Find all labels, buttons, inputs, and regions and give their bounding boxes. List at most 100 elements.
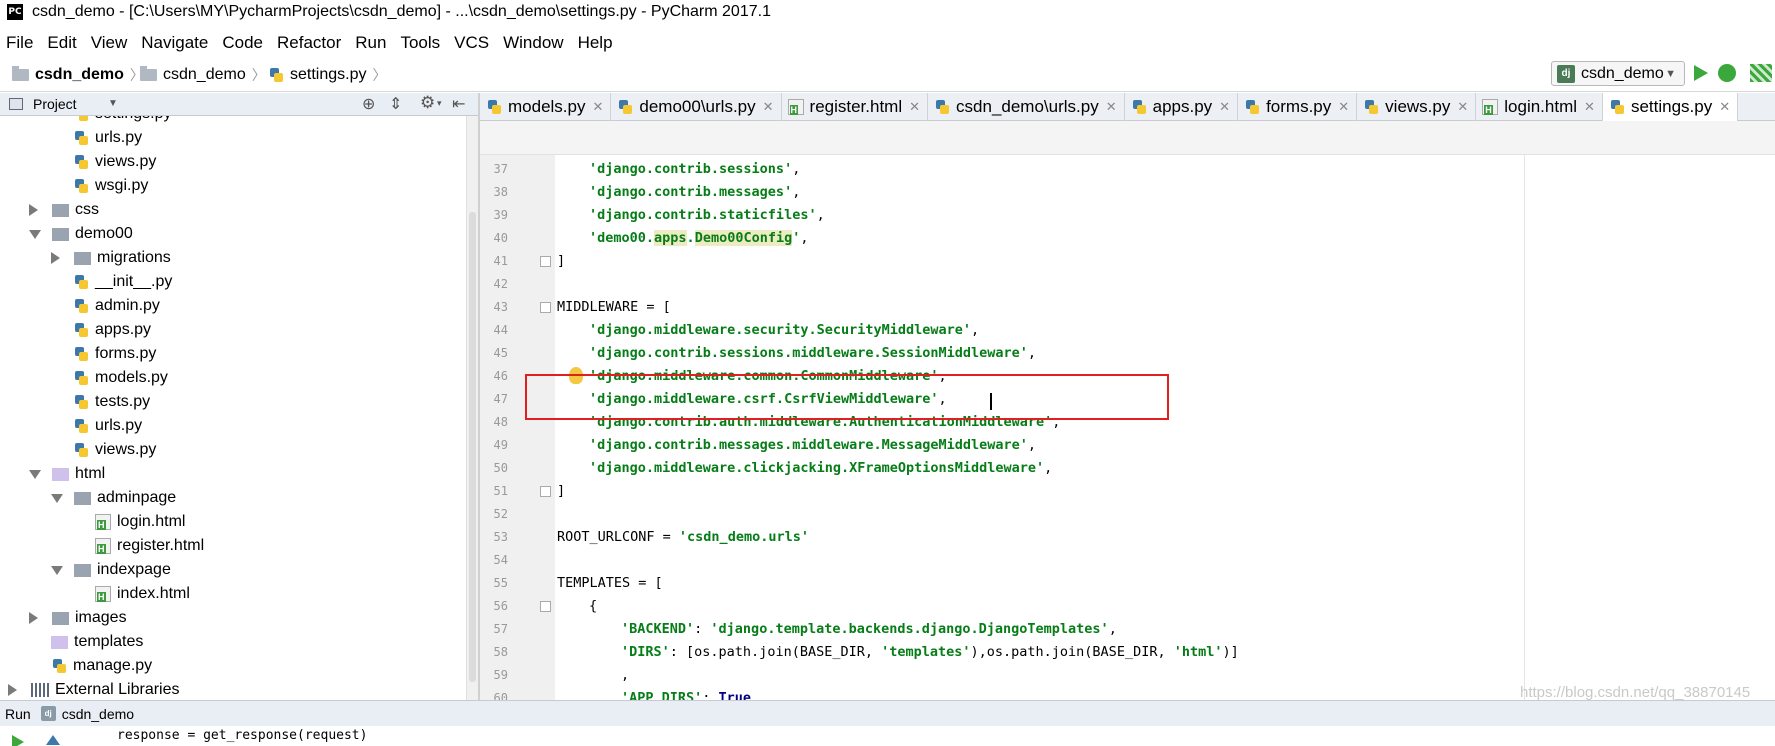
code-line: TEMPLATES = [ — [557, 572, 663, 595]
python-file-icon — [73, 370, 89, 386]
tree-item[interactable]: manage.py — [51, 654, 152, 678]
menu-item-view[interactable]: View — [91, 33, 128, 53]
tree-item-label: images — [75, 609, 127, 626]
code-string: 'django.middleware.security.SecurityMidd… — [589, 322, 972, 338]
close-tab-icon[interactable]: ✕ — [763, 99, 774, 115]
tree-item[interactable]: register.html — [95, 534, 204, 558]
code-line: 'DIRS': [os.path.join(BASE_DIR, 'templat… — [621, 641, 1239, 664]
python-file-icon — [268, 67, 284, 83]
tree-item[interactable]: adminpage — [51, 486, 176, 510]
breadcrumb-package[interactable]: csdn_demo 〉 — [140, 65, 272, 85]
collapse-arrow-icon[interactable] — [51, 565, 63, 575]
close-tab-icon[interactable]: ✕ — [1338, 99, 1349, 115]
code-string: 'django.contrib.messages' — [589, 184, 793, 200]
tree-item[interactable]: html — [29, 462, 105, 486]
collapse-all-icon[interactable]: ⇕ — [389, 94, 402, 114]
tree-item[interactable]: views.py — [73, 438, 156, 462]
breadcrumb-file[interactable]: settings.py 〉 — [268, 65, 392, 85]
code-text: , — [792, 161, 801, 177]
tree-item[interactable]: models.py — [73, 366, 168, 390]
close-tab-icon[interactable]: ✕ — [1106, 99, 1117, 115]
project-tree-scrollbar[interactable] — [466, 116, 478, 700]
collapse-arrow-icon[interactable] — [29, 469, 41, 479]
expand-arrow-icon[interactable] — [29, 204, 38, 216]
tree-item[interactable]: apps.py — [73, 318, 151, 342]
collapse-arrow-icon[interactable] — [29, 229, 41, 239]
editor-tab[interactable]: settings.py ✕ — [1602, 93, 1739, 121]
hide-panel-icon[interactable]: ⇤ — [452, 94, 465, 114]
menu-item-refactor[interactable]: Refactor — [277, 33, 341, 53]
close-tab-icon[interactable]: ✕ — [592, 99, 603, 115]
tree-item[interactable]: urls.py — [73, 126, 142, 150]
menu-item-window[interactable]: Window — [503, 33, 563, 53]
scroll-from-source-icon[interactable]: ⊕ — [362, 94, 375, 114]
tree-item[interactable]: admin.py — [73, 294, 160, 318]
tree-item[interactable]: index.html — [95, 582, 190, 606]
folder-icon — [52, 611, 69, 625]
tree-item[interactable]: demo00 — [29, 222, 133, 246]
gear-icon[interactable]: ⚙ — [420, 93, 435, 113]
editor-tab[interactable]: login.html ✕ — [1476, 93, 1603, 121]
tree-item[interactable]: templates — [51, 630, 143, 654]
close-tab-icon[interactable]: ✕ — [1719, 99, 1730, 115]
menu-item-file[interactable]: File — [6, 33, 33, 53]
code-editor[interactable]: 'django.contrib.sessions','django.contri… — [555, 155, 1775, 700]
run-panel-label[interactable]: Run — [5, 706, 31, 722]
debug-icon[interactable] — [1718, 64, 1736, 82]
fold-marker-icon[interactable] — [540, 302, 551, 313]
menu-item-help[interactable]: Help — [578, 33, 613, 53]
menu-item-code[interactable]: Code — [222, 33, 263, 53]
expand-arrow-icon[interactable] — [51, 252, 60, 264]
tree-item[interactable]: tests.py — [73, 390, 150, 414]
chevron-down-icon[interactable]: ▾ — [437, 98, 442, 109]
editor-tab[interactable]: models.py ✕ — [480, 93, 612, 121]
run-config-label[interactable]: csdn_demo — [62, 706, 134, 722]
scrollbar-thumb[interactable] — [469, 212, 476, 682]
tree-item[interactable]: views.py — [73, 150, 156, 174]
run-configuration-dropdown[interactable]: dj csdn_demo ▼ — [1551, 61, 1685, 86]
editor-tab[interactable]: register.html ✕ — [782, 93, 929, 121]
close-tab-icon[interactable]: ✕ — [1219, 99, 1230, 115]
collapse-arrow-icon[interactable] — [51, 493, 63, 503]
fold-marker-icon[interactable] — [540, 486, 551, 497]
tree-item[interactable]: __init__.py — [73, 270, 172, 294]
fold-marker-icon[interactable] — [540, 256, 551, 267]
menu-item-vcs[interactable]: VCS — [454, 33, 489, 53]
chevron-down-icon[interactable]: ▼ — [108, 98, 118, 109]
expand-arrow-icon[interactable] — [8, 684, 17, 696]
run-icon[interactable] — [1694, 65, 1708, 81]
menu-item-edit[interactable]: Edit — [47, 33, 76, 53]
tree-item[interactable]: External Libraries — [8, 678, 180, 700]
tree-item[interactable]: login.html — [95, 510, 185, 534]
code-string: 'django.template.backends.django.DjangoT… — [710, 621, 1109, 637]
tree-item[interactable]: urls.py — [73, 414, 142, 438]
tree-item[interactable]: images — [29, 606, 127, 630]
tree-item[interactable]: indexpage — [51, 558, 171, 582]
close-tab-icon[interactable]: ✕ — [1584, 99, 1595, 115]
scroll-up-icon[interactable] — [46, 735, 60, 745]
editor-tab[interactable]: csdn_demo\urls.py ✕ — [928, 93, 1125, 121]
code-string: Demo00Config — [694, 230, 793, 246]
tree-item[interactable]: settings.py — [73, 116, 171, 126]
editor-tab[interactable]: demo00\urls.py ✕ — [611, 93, 782, 121]
tree-item[interactable]: css — [29, 198, 99, 222]
close-tab-icon[interactable]: ✕ — [1457, 99, 1468, 115]
project-view-selector[interactable]: Project — [33, 96, 77, 112]
menu-item-tools[interactable]: Tools — [400, 33, 440, 53]
coverage-icon[interactable] — [1750, 64, 1772, 82]
python-file-icon — [73, 298, 89, 314]
tree-item[interactable]: wsgi.py — [73, 174, 148, 198]
rerun-icon[interactable] — [12, 735, 24, 746]
expand-arrow-icon[interactable] — [29, 612, 38, 624]
menu-item-navigate[interactable]: Navigate — [141, 33, 208, 53]
tree-item[interactable]: migrations — [51, 246, 171, 270]
fold-marker-icon[interactable] — [540, 601, 551, 612]
editor-tab[interactable]: views.py ✕ — [1357, 93, 1477, 121]
breadcrumb-project[interactable]: csdn_demo 〉 — [12, 65, 150, 85]
menu-item-run[interactable]: Run — [355, 33, 386, 53]
editor-tab[interactable]: apps.py ✕ — [1125, 93, 1239, 121]
tree-item-label: manage.py — [73, 657, 153, 674]
close-tab-icon[interactable]: ✕ — [909, 99, 920, 115]
tree-item[interactable]: forms.py — [73, 342, 156, 366]
editor-tab[interactable]: forms.py ✕ — [1238, 93, 1358, 121]
